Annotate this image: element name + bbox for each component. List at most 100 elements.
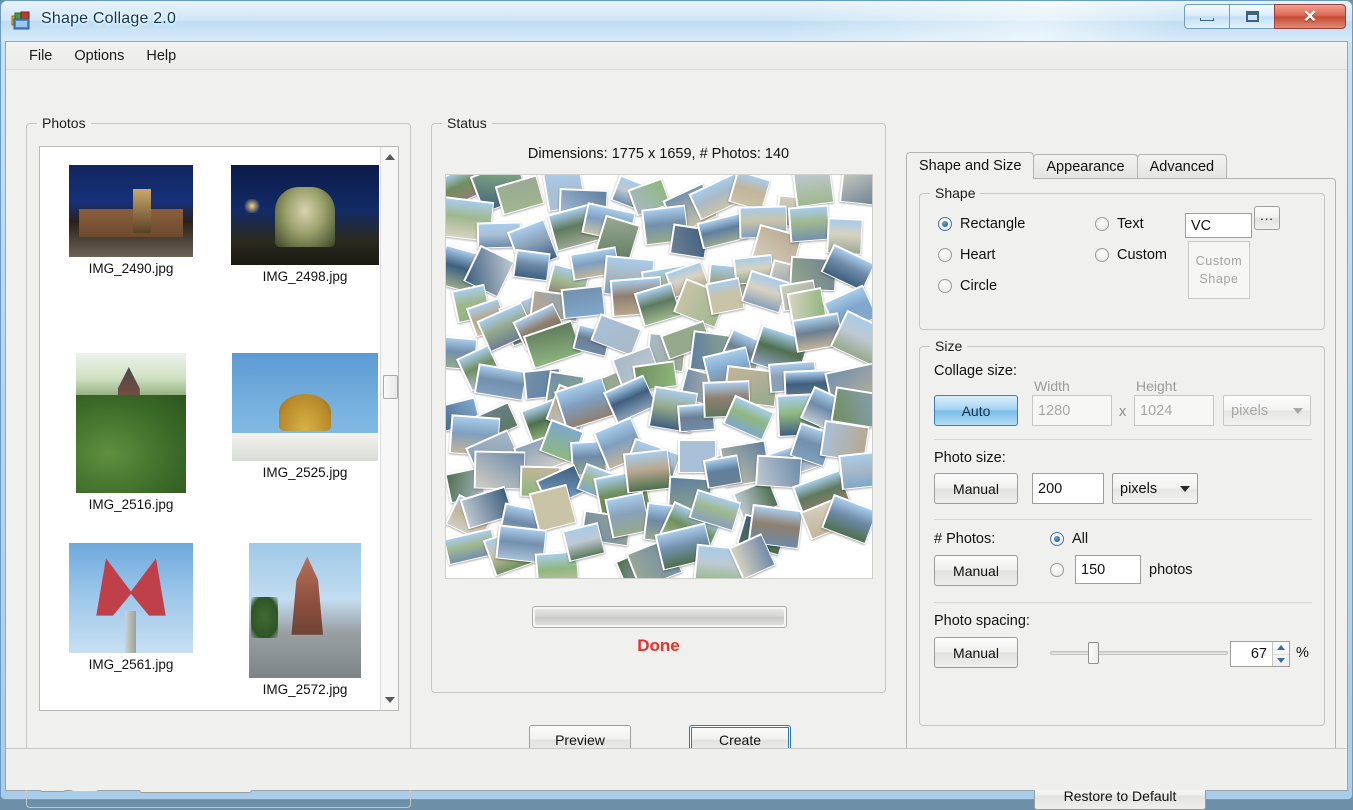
- collage-photo-tile: [755, 454, 802, 489]
- photo-list-scrollbar[interactable]: [380, 147, 398, 710]
- close-button[interactable]: ✕: [1274, 4, 1346, 29]
- photo-filename-label: IMG_2572.jpg: [262, 682, 348, 697]
- shape-option-circle[interactable]: Circle: [938, 278, 997, 294]
- num-photos-option-all[interactable]: All: [1050, 531, 1088, 547]
- shape-option-text[interactable]: Text: [1095, 216, 1144, 232]
- photo-size-manual-button[interactable]: Manual: [934, 473, 1018, 504]
- window-controls: ✕: [1184, 4, 1346, 29]
- collage-preview[interactable]: [445, 174, 873, 579]
- num-photos-label: # Photos:: [934, 531, 996, 547]
- photo-spacing-slider-track[interactable]: [1050, 651, 1228, 655]
- maximize-icon: [1245, 11, 1259, 22]
- tab-shape-and-size[interactable]: Shape and Size: [906, 152, 1035, 179]
- collage-tile-image: [793, 175, 833, 206]
- num-photos-option-count[interactable]: [1050, 563, 1064, 577]
- shape-label-heart: Heart: [960, 247, 996, 263]
- height-field-label: Height: [1136, 378, 1177, 394]
- num-photos-manual-button[interactable]: Manual: [934, 555, 1018, 586]
- radio-all-photos-icon[interactable]: [1050, 532, 1064, 546]
- shape-label-text: Text: [1117, 216, 1144, 232]
- shape-option-heart[interactable]: Heart: [938, 247, 995, 263]
- scroll-up-icon[interactable]: [381, 147, 398, 167]
- photo-thumbnail: [249, 543, 361, 678]
- photos-suffix-label: photos: [1149, 562, 1193, 578]
- scroll-down-icon[interactable]: [381, 690, 398, 710]
- collage-tile-image: [729, 175, 770, 210]
- radio-circle-icon[interactable]: [938, 279, 952, 293]
- collage-photo-tile: [791, 175, 835, 208]
- content-area: Photos IMG_2490.jpg IMG_2498.jpg IMG_2516.…: [6, 70, 1347, 810]
- shape-option-rectangle[interactable]: Rectangle: [938, 216, 1025, 232]
- collage-height-input[interactable]: 1024: [1134, 395, 1214, 426]
- collage-photo-tile: [839, 175, 872, 207]
- collage-photo-tile: [473, 450, 526, 490]
- num-photos-input[interactable]: 150: [1075, 555, 1141, 584]
- collage-photo-tile: [705, 277, 745, 315]
- radio-custom-icon[interactable]: [1095, 248, 1109, 262]
- collage-tile-image: [563, 523, 604, 561]
- radio-text-icon[interactable]: [1095, 217, 1109, 231]
- divider-2: [934, 519, 1312, 520]
- collage-tile-image: [756, 456, 801, 487]
- menu-options[interactable]: Options: [65, 45, 133, 67]
- photo-spacing-spinner[interactable]: 67: [1230, 641, 1290, 667]
- photo-thumbnail: [69, 543, 193, 653]
- radio-rectangle-icon[interactable]: [938, 217, 952, 231]
- dimensions-label: Dimensions: 1775 x 1659, # Photos: 140: [527, 146, 790, 162]
- client-area: File Options Help Photos IMG_2490.jpg IMG…: [5, 41, 1348, 810]
- photo-thumbnail-grid: IMG_2490.jpg IMG_2498.jpg IMG_2516.jpg IMG_…: [40, 147, 384, 710]
- tab-advanced[interactable]: Advanced: [1136, 154, 1228, 179]
- menu-help[interactable]: Help: [137, 45, 185, 67]
- collage-photo-tile: [622, 448, 673, 494]
- photo-size-input[interactable]: 200: [1032, 473, 1104, 504]
- collage-size-label: Collage size:: [934, 363, 1018, 379]
- photo-size-label: Photo size:: [934, 450, 1006, 466]
- collage-tile-image: [606, 493, 649, 537]
- collage-tile-image: [475, 452, 524, 488]
- spinner-up-icon[interactable]: [1273, 642, 1289, 655]
- radio-photo-count-icon[interactable]: [1050, 563, 1064, 577]
- collage-size-auto-button[interactable]: Auto: [934, 395, 1018, 426]
- shape-option-custom[interactable]: Custom: [1095, 247, 1167, 263]
- photo-list-item[interactable]: IMG_2572.jpg: [222, 543, 388, 697]
- photo-spacing-slider-thumb[interactable]: [1088, 642, 1099, 664]
- chevron-down-icon: [1293, 407, 1303, 414]
- custom-shape-preview[interactable]: Custom Shape: [1188, 241, 1250, 299]
- size-times-label: x: [1119, 404, 1127, 420]
- photo-list-item[interactable]: IMG_2525.jpg: [222, 353, 388, 480]
- collage-tile-image: [704, 455, 741, 488]
- photo-filename-label: IMG_2561.jpg: [88, 657, 174, 672]
- shape-text-browse-button[interactable]: ...: [1254, 206, 1280, 230]
- photo-list-item[interactable]: IMG_2498.jpg: [222, 165, 388, 284]
- photo-thumbnail: [232, 353, 378, 461]
- photo-size-units-select[interactable]: pixels: [1112, 473, 1198, 504]
- menu-file[interactable]: File: [20, 45, 61, 67]
- photo-list-item[interactable]: IMG_2561.jpg: [48, 543, 214, 672]
- shape-text-input[interactable]: VC: [1185, 213, 1252, 238]
- photo-size-units-value: pixels: [1120, 480, 1158, 497]
- photos-legend: Photos: [37, 115, 91, 131]
- photo-list[interactable]: IMG_2490.jpg IMG_2498.jpg IMG_2516.jpg IMG_…: [39, 146, 399, 711]
- tab-appearance[interactable]: Appearance: [1033, 154, 1138, 179]
- photo-spacing-value: 67: [1250, 646, 1267, 662]
- photo-filename-label: IMG_2525.jpg: [262, 465, 348, 480]
- minimize-button[interactable]: [1184, 4, 1230, 29]
- scrollbar-thumb[interactable]: [383, 375, 398, 399]
- photo-thumbnail: [76, 353, 186, 493]
- photo-list-item[interactable]: IMG_2516.jpg: [48, 353, 214, 512]
- num-photos-all-label: All: [1072, 531, 1089, 547]
- collage-units-select[interactable]: pixels: [1223, 395, 1311, 426]
- collage-tile-image: [635, 284, 680, 325]
- photo-filename-label: IMG_2516.jpg: [88, 497, 174, 512]
- photo-spacing-manual-button[interactable]: Manual: [934, 637, 1018, 668]
- collage-tile-image: [530, 485, 575, 531]
- maximize-button[interactable]: [1229, 4, 1275, 29]
- spinner-arrows[interactable]: [1272, 642, 1289, 666]
- collage-width-input[interactable]: 1280: [1032, 395, 1112, 426]
- size-legend: Size: [930, 338, 968, 354]
- photo-list-item[interactable]: IMG_2490.jpg: [48, 165, 214, 276]
- progress-bar-track: [532, 606, 787, 628]
- radio-heart-icon[interactable]: [938, 248, 952, 262]
- photo-filename-label: IMG_2498.jpg: [262, 269, 348, 284]
- spinner-down-icon[interactable]: [1273, 655, 1289, 667]
